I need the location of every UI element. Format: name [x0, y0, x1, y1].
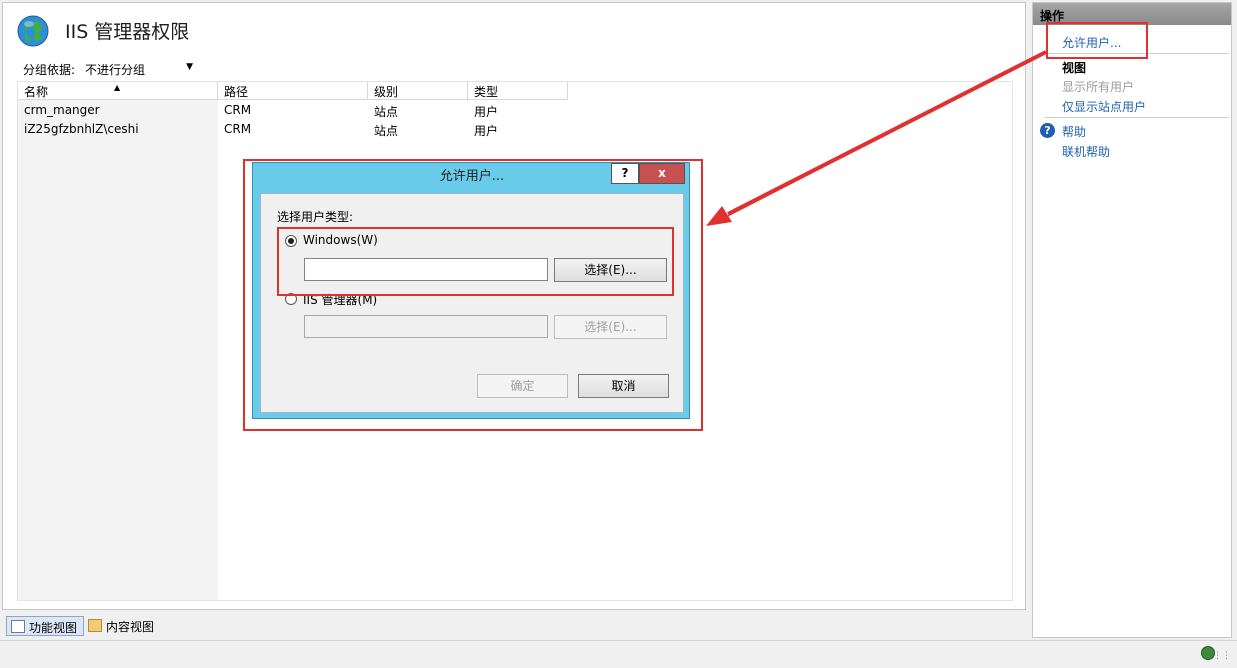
tab-content-view-label: 内容视图: [106, 620, 155, 634]
view-section-heading: 视图: [1062, 61, 1087, 75]
cell-path: CRM: [224, 103, 252, 117]
sort-ascending-icon: ▲: [114, 83, 121, 92]
tab-feature-view-label: 功能视图: [29, 621, 78, 635]
feature-view-icon: [11, 620, 25, 633]
cell-type: 用户: [474, 105, 499, 119]
column-header-name-label: 名称: [24, 85, 49, 99]
column-header-type[interactable]: 类型: [468, 82, 568, 100]
help-link[interactable]: 帮助: [1062, 123, 1086, 140]
annotation-box-allow-user: [1046, 22, 1148, 59]
show-site-users-link[interactable]: 仅显示站点用户: [1062, 98, 1146, 115]
cell-name: crm_manger: [24, 103, 100, 117]
cell-path: CRM: [224, 122, 252, 136]
name-column-shade: [18, 82, 218, 600]
group-by-label: 分组依据:: [23, 63, 76, 77]
help-icon: ?: [1040, 123, 1055, 138]
globe-icon: [17, 15, 49, 47]
cell-level: 站点: [374, 105, 399, 119]
annotation-box-windows-option: [277, 227, 674, 296]
view-tabs: 功能视图 内容视图: [0, 612, 1030, 640]
online-help-link[interactable]: 联机帮助: [1062, 143, 1110, 160]
cell-type: 用户: [474, 124, 499, 138]
divider: [1045, 117, 1229, 118]
show-all-users-link[interactable]: 显示所有用户: [1062, 78, 1134, 95]
tab-content-view[interactable]: 内容视图: [84, 616, 164, 636]
page-title: IIS 管理器权限: [65, 21, 190, 43]
group-by-value: 不进行分组: [85, 63, 146, 77]
content-view-icon: [88, 619, 102, 632]
actions-panel: 操作 允许用户... 视图 显示所有用户 仅显示站点用户 ? 帮助 联机帮助: [1032, 2, 1232, 638]
resize-grip-icon[interactable]: ⋮⋮: [1213, 651, 1231, 661]
cell-name: iZ25gfzbnhlZ\ceshi: [24, 122, 139, 136]
column-header-name[interactable]: 名称 ▲: [18, 82, 218, 100]
status-bar: ⋮⋮: [0, 640, 1237, 668]
chevron-down-icon: ▼: [186, 62, 193, 72]
column-header-path[interactable]: 路径: [218, 82, 368, 100]
column-header-level[interactable]: 级别: [368, 82, 468, 100]
group-by-select[interactable]: 不进行分组 ▼: [81, 59, 199, 79]
cell-level: 站点: [374, 124, 399, 138]
tab-feature-view[interactable]: 功能视图: [6, 616, 84, 636]
